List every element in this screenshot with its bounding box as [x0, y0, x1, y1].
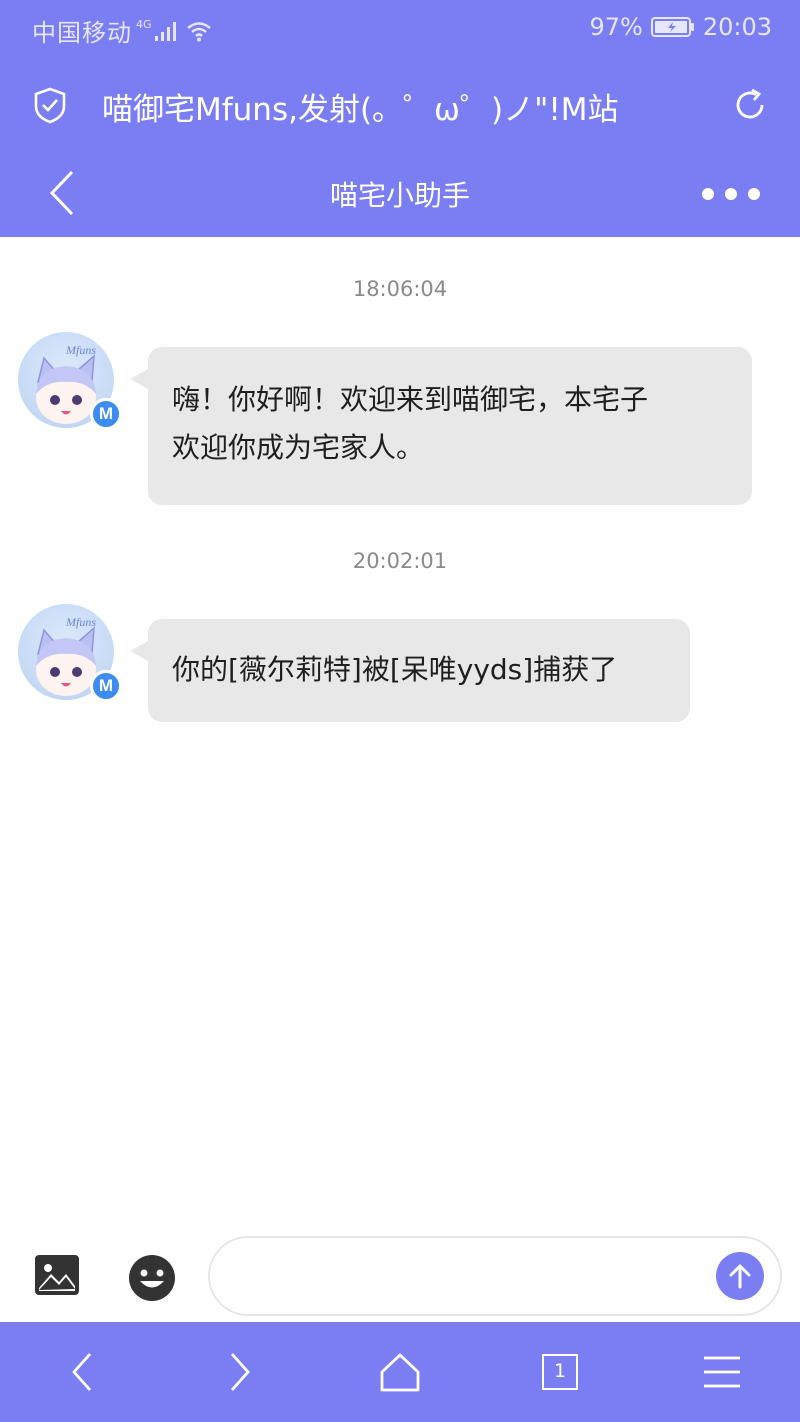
message-bubble[interactable]: 你的[薇尔莉特]被[呆唯yyds]捕获了 [130, 619, 690, 722]
avatar[interactable]: Mfuns M [18, 604, 122, 702]
network-type: 4G [136, 18, 152, 31]
message-line: 嗨！你好啊！欢迎来到喵御宅，本宅子 [172, 383, 649, 416]
refresh-icon[interactable] [730, 85, 770, 125]
more-icon[interactable] [702, 188, 760, 200]
emoji-icon[interactable] [128, 1254, 176, 1302]
status-right: 97% 20:03 [589, 13, 772, 41]
signal-icon [154, 21, 176, 41]
tabs-icon: 1 [542, 1354, 578, 1390]
chat-title: 喵宅小助手 [329, 179, 470, 212]
browser-forward-icon[interactable] [218, 1350, 262, 1394]
image-icon[interactable] [34, 1254, 80, 1296]
svg-text:Mfuns: Mfuns [65, 343, 96, 357]
browser-address-bar[interactable]: 喵御宅Mfuns,发射(。゜ω゜)ノ"!M站 [0, 70, 800, 140]
wifi-icon [186, 21, 211, 41]
svg-text:Mfuns: Mfuns [65, 615, 96, 629]
shield-icon[interactable] [32, 86, 68, 124]
browser-toolbar: 1 [0, 1322, 800, 1422]
send-arrow-icon [729, 1264, 751, 1289]
browser-back-icon[interactable] [62, 1350, 106, 1394]
avatar-badge: M [90, 398, 122, 430]
status-time: 20:03 [702, 13, 772, 41]
composer [0, 1232, 800, 1320]
status-left: 中国移动 4G [32, 13, 212, 48]
battery-icon [650, 17, 694, 37]
menu-icon[interactable] [700, 1350, 744, 1394]
message-line: 你的[薇尔莉特]被[呆唯yyds]捕获了 [172, 653, 618, 686]
message-input[interactable] [208, 1236, 782, 1316]
send-button[interactable] [716, 1252, 764, 1300]
site-title[interactable]: 喵御宅Mfuns,发射(。゜ω゜)ノ"!M站 [102, 84, 702, 129]
message-timestamp: 18:06:04 [352, 277, 448, 301]
chat-navbar: 喵宅小助手 [0, 150, 800, 237]
home-icon[interactable] [378, 1350, 422, 1394]
message-line: 欢迎你成为宅家人。 [172, 431, 425, 464]
app-header: 中国移动 4G 97% 20:03 喵御宅Mfuns,发射(。゜ω゜)ノ"!M站… [0, 0, 800, 237]
avatar[interactable]: Mfuns M [18, 332, 122, 430]
battery-percent: 97% [589, 13, 643, 41]
tabs-button[interactable]: 1 [542, 1354, 586, 1398]
carrier-name: 中国移动 [32, 19, 132, 47]
message-bubble[interactable]: 嗨！你好啊！欢迎来到喵御宅，本宅子 欢迎你成为宅家人。 [130, 347, 752, 505]
status-bar: 中国移动 4G 97% 20:03 [0, 0, 800, 56]
avatar-badge: M [90, 670, 122, 702]
message-timestamp: 20:02:01 [352, 549, 448, 573]
